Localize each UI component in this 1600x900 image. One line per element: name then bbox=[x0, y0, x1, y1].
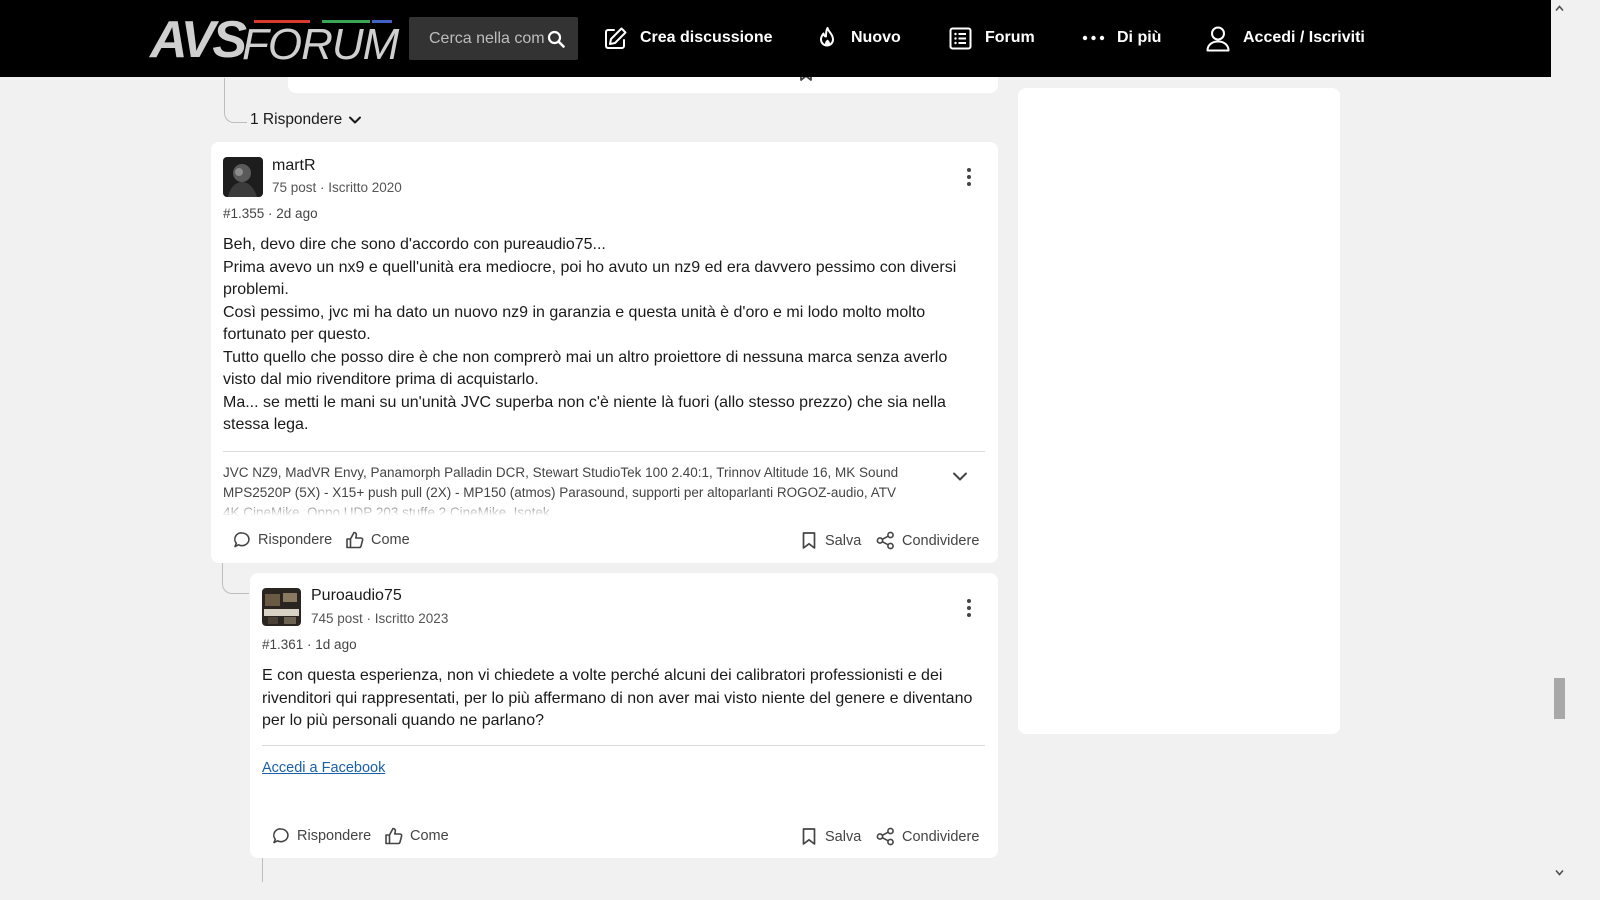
share-icon bbox=[876, 827, 894, 846]
more-icon bbox=[1082, 35, 1105, 41]
post-user-meta: 75 post · Iscritto 2020 bbox=[272, 180, 402, 195]
thread-connector-line bbox=[222, 563, 249, 594]
avatar[interactable] bbox=[223, 157, 263, 197]
more-options-icon[interactable] bbox=[959, 166, 979, 188]
avatar[interactable] bbox=[262, 588, 301, 626]
post-card: martR 75 post · Iscritto 2020 #1.355 · 2… bbox=[211, 142, 998, 563]
share-button[interactable]: Condividere bbox=[876, 531, 979, 550]
nav-new[interactable]: Nuovo bbox=[816, 23, 901, 53]
flame-icon bbox=[820, 26, 834, 46]
post-body-line: E con questa esperienza, non vi chiedete… bbox=[262, 667, 973, 729]
post-username[interactable]: martR bbox=[272, 157, 316, 175]
logo-blue-stripe bbox=[372, 20, 392, 23]
search-icon[interactable] bbox=[547, 30, 565, 48]
share-icon bbox=[876, 531, 894, 550]
post-username[interactable]: Puroaudio75 bbox=[311, 587, 402, 605]
reply-label: Rispondere bbox=[297, 828, 372, 844]
reply-button[interactable]: Rispondere bbox=[272, 827, 371, 845]
replies-toggle[interactable]: 1 Rispondere bbox=[250, 111, 362, 129]
logo-red-stripe bbox=[254, 20, 310, 23]
nav-login-signup[interactable]: Accedi / Iscriviti bbox=[1205, 23, 1365, 53]
save-label: Salva bbox=[825, 828, 862, 845]
like-button[interactable]: Come bbox=[384, 827, 449, 845]
post-body-line: Tutto quello che posso dire è che non co… bbox=[223, 348, 948, 389]
post-signature: JVC NZ9, MadVR Envy, Panamorph Palladin … bbox=[223, 463, 913, 516]
scrollbar-thumb[interactable] bbox=[1554, 678, 1565, 719]
replies-toggle-label: 1 Rispondere bbox=[250, 111, 343, 128]
sidebar-ad-placeholder bbox=[1018, 88, 1340, 734]
post-body-line: Ma... se metti le mani su un'unità JVC s… bbox=[223, 393, 946, 434]
post-card: Puroaudio75 745 post · Iscritto 2023 #1.… bbox=[250, 573, 998, 858]
search-box bbox=[409, 17, 578, 60]
avsforum-logo[interactable]: AVS FORUM bbox=[150, 11, 399, 69]
user-icon bbox=[1206, 26, 1230, 51]
post-divider bbox=[223, 451, 985, 452]
reply-button[interactable]: Rispondere bbox=[233, 531, 332, 549]
logo-green-stripe bbox=[322, 20, 370, 23]
avatar-image bbox=[223, 157, 263, 197]
scroll-down-arrow-icon[interactable] bbox=[1555, 868, 1564, 877]
post-body: E con questa esperienza, non vi chiedete… bbox=[262, 665, 984, 733]
bookmark-icon bbox=[802, 532, 816, 549]
comment-icon bbox=[234, 532, 250, 548]
like-label: Come bbox=[410, 828, 449, 844]
thread-connector-line bbox=[262, 858, 263, 882]
share-button[interactable]: Condividere bbox=[876, 827, 979, 846]
nav-forum[interactable]: Forum bbox=[948, 23, 1035, 53]
share-label: Condividere bbox=[902, 828, 980, 845]
post-number-time[interactable]: #1.361 · 1d ago bbox=[262, 637, 357, 652]
thread-connector-line bbox=[224, 78, 247, 123]
post-body: Beh, devo dire che sono d'accordo con pu… bbox=[223, 234, 983, 437]
more-options-icon[interactable] bbox=[959, 597, 979, 619]
thumbs-up-icon bbox=[346, 531, 364, 549]
post-body-line: Prima avevo un nx9 e quell'unità era med… bbox=[223, 258, 957, 299]
expand-signature-icon[interactable] bbox=[952, 471, 968, 482]
logo-text-forum: FORUM bbox=[242, 20, 399, 69]
search-input[interactable] bbox=[419, 17, 549, 60]
chevron-down-icon bbox=[349, 116, 362, 124]
nav-create-discussion[interactable]: Crea discussione bbox=[603, 23, 773, 53]
page-scrollbar[interactable] bbox=[1551, 0, 1568, 882]
signature-fade bbox=[223, 500, 913, 516]
post-user-meta: 745 post · Iscritto 2023 bbox=[311, 611, 449, 626]
nav-create-discussion-label: Crea discussione bbox=[640, 29, 773, 46]
thumbs-up-icon bbox=[385, 827, 403, 845]
logo-text-avs: AVS bbox=[150, 11, 247, 69]
save-button[interactable]: Salva bbox=[800, 827, 861, 846]
bookmark-icon bbox=[802, 828, 816, 845]
comment-icon bbox=[273, 828, 289, 844]
like-button[interactable]: Come bbox=[345, 531, 410, 549]
post-divider bbox=[262, 745, 985, 746]
scroll-up-arrow-icon[interactable] bbox=[1555, 4, 1564, 13]
list-icon bbox=[949, 27, 972, 49]
post-body-line: Beh, devo dire che sono d'accordo con pu… bbox=[223, 236, 606, 253]
nav-forum-label: Forum bbox=[985, 29, 1035, 46]
avatar-image bbox=[262, 588, 301, 626]
share-label: Condividere bbox=[902, 532, 980, 549]
nav-more-label: Di più bbox=[1117, 29, 1162, 46]
nav-new-label: Nuovo bbox=[851, 29, 901, 46]
save-button[interactable]: Salva bbox=[800, 531, 861, 550]
top-navigation-bar: AVS FORUM Crea discussione Nuovo bbox=[0, 0, 1551, 77]
facebook-login-link[interactable]: Accedi a Facebook bbox=[262, 760, 385, 776]
post-body-line: Così pessimo, jvc mi ha dato un nuovo nz… bbox=[223, 303, 926, 344]
post-number-time[interactable]: #1.355 · 2d ago bbox=[223, 206, 318, 221]
reply-label: Rispondere bbox=[258, 532, 333, 548]
like-label: Come bbox=[371, 532, 410, 548]
nav-more[interactable]: Di più bbox=[1082, 23, 1161, 53]
save-label: Salva bbox=[825, 532, 862, 549]
nav-login-signup-label: Accedi / Iscriviti bbox=[1243, 29, 1365, 46]
edit-icon bbox=[605, 27, 627, 49]
